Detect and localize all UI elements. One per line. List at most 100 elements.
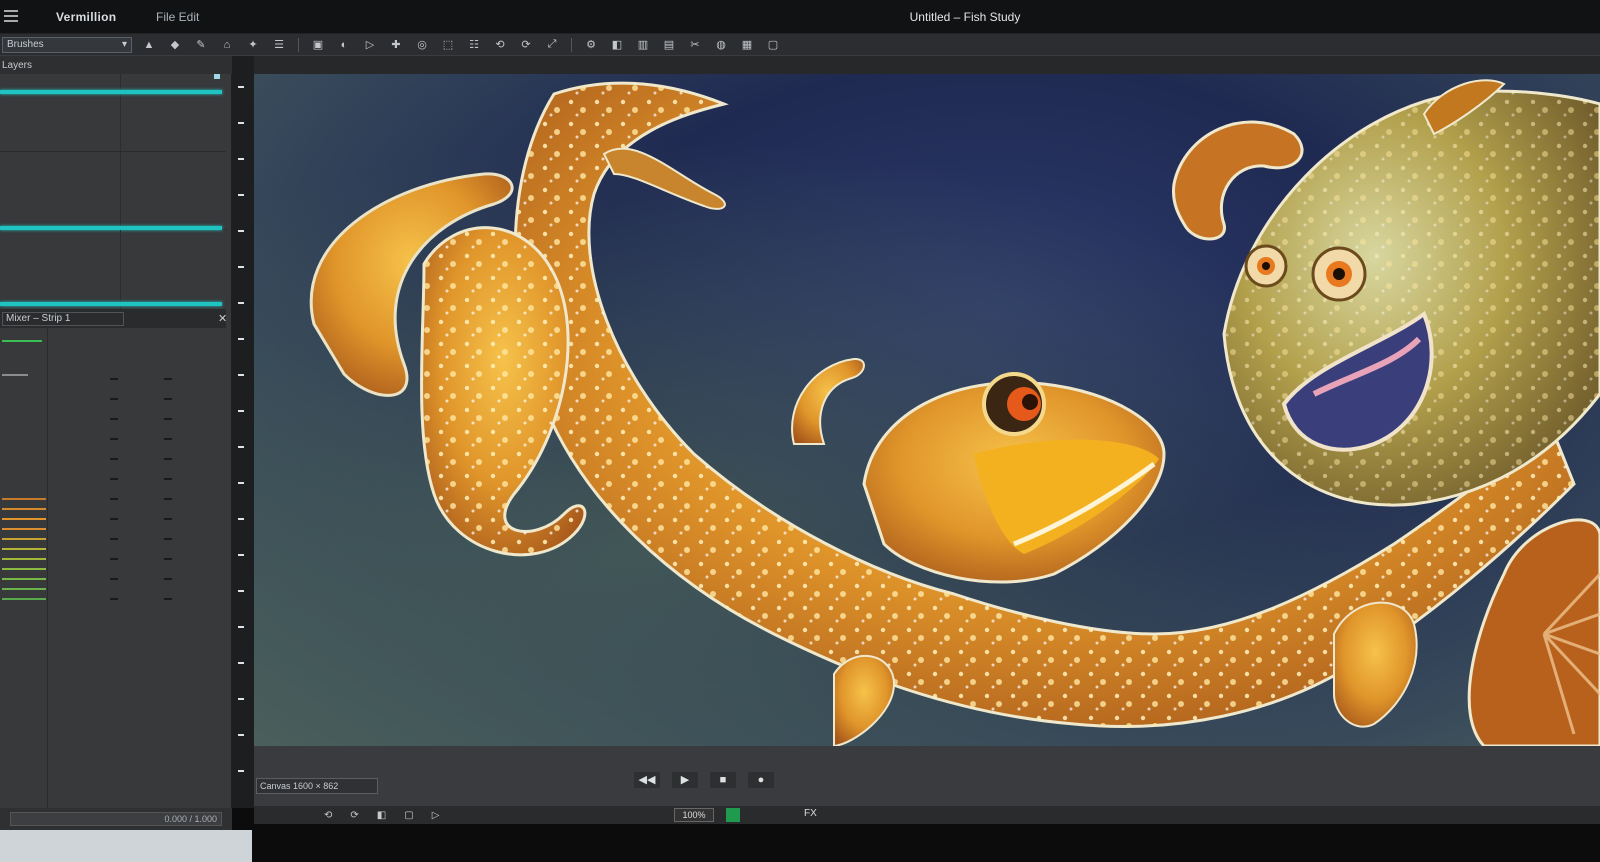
ruler-tick <box>238 662 244 664</box>
fader-tick <box>110 378 118 380</box>
fader-tick <box>110 398 118 400</box>
meter-bar <box>2 568 46 570</box>
lane-divider <box>120 152 121 229</box>
toolbar-button[interactable]: ◍ <box>708 37 734 53</box>
track-marker[interactable] <box>214 74 220 79</box>
split-view-icon[interactable]: ◧ <box>377 810 386 821</box>
play-small-icon[interactable]: ▷ <box>432 810 440 821</box>
toolbar-button[interactable]: ▢ <box>760 37 786 53</box>
fader-tick <box>110 498 118 500</box>
mixer-panel <box>0 328 226 808</box>
track-level-bar[interactable] <box>0 90 222 94</box>
toolbar-button[interactable]: ☰ <box>266 37 292 53</box>
meter-bar <box>2 374 28 376</box>
fx-label[interactable]: FX <box>804 808 817 819</box>
play-button[interactable]: ▶ <box>672 772 698 788</box>
track-row[interactable] <box>0 230 226 310</box>
ruler-tick <box>238 734 244 736</box>
toolbar-button[interactable]: ✚ <box>383 37 409 53</box>
meter-bar <box>2 340 42 342</box>
mixer-title[interactable]: Mixer – Strip 1 <box>2 312 124 326</box>
fader-tick <box>110 598 118 600</box>
toolbar-button[interactable]: ⟲ <box>487 37 513 53</box>
left-panel: Layers Mixer – Strip 1 ✕ 0.000 / 1.000 <box>0 56 252 862</box>
image-canvas[interactable] <box>254 74 1600 746</box>
ruler-tick <box>238 446 244 448</box>
track-row[interactable] <box>0 152 226 230</box>
canvas-status[interactable]: Canvas 1600 × 862 <box>256 778 378 794</box>
toolbar-button[interactable]: ✂ <box>682 37 708 53</box>
mixer-strip <box>0 328 48 808</box>
toolbar-button[interactable]: ✦ <box>240 37 266 53</box>
fader-tick <box>110 558 118 560</box>
toolbar-button[interactable]: ◐ <box>331 37 357 53</box>
vertical-ruler[interactable] <box>232 56 254 808</box>
ruler-tick <box>238 338 244 340</box>
brushes-label: Brushes <box>7 39 44 50</box>
ruler-tick <box>238 266 244 268</box>
fader-tick <box>110 418 118 420</box>
toolbar-button[interactable]: ☷ <box>461 37 487 53</box>
fader-track[interactable] <box>110 378 124 618</box>
brushes-dropdown[interactable]: Brushes ▾ <box>2 36 132 53</box>
toolbar-button[interactable]: ⤢ <box>539 37 565 53</box>
fader-tick <box>164 398 172 400</box>
rewind-button[interactable]: ◀◀ <box>634 772 660 788</box>
toolbar-button[interactable]: ⬚ <box>435 37 461 53</box>
toolbar-button[interactable]: ▣ <box>305 37 331 53</box>
app-window: Vermillion File Edit Untitled – Fish Stu… <box>0 0 1600 862</box>
close-icon[interactable]: ✕ <box>218 312 227 325</box>
meter-bar <box>2 528 46 530</box>
panel-footer: 0.000 / 1.000 <box>0 808 252 862</box>
toolbar-button[interactable]: ◆ <box>162 37 188 53</box>
toolbar-button[interactable]: ✎ <box>188 37 214 53</box>
meter-bar <box>2 588 46 590</box>
toolbar-button[interactable]: ▤ <box>656 37 682 53</box>
stop-button[interactable]: ■ <box>710 772 736 788</box>
ruler-tick <box>238 698 244 700</box>
ruler-tick <box>238 410 244 412</box>
meter-bar <box>2 508 46 510</box>
toolbar-button[interactable]: ▷ <box>357 37 383 53</box>
record-button[interactable]: ● <box>748 772 774 788</box>
record-indicator[interactable] <box>726 808 740 822</box>
ruler-tick <box>238 194 244 196</box>
toolbar-button[interactable]: ⚙ <box>578 37 604 53</box>
undo-icon[interactable]: ⟲ <box>324 810 332 821</box>
ruler-tick <box>238 770 244 772</box>
fader-tick <box>164 478 172 480</box>
toolbar-separator <box>571 37 572 52</box>
toolbar-button[interactable]: ▦ <box>734 37 760 53</box>
toolbar-button-group: ▲ ◆ ✎ ⌂ ✦ ☰ ▣ ◐ ▷ ✚ ◎ ⬚ ☷ ⟲ ⟳ ⤢ ⚙ ◧ ▥ ▤ ✂ ◍ ▦ ▢ <box>136 37 786 53</box>
fader-tick <box>164 418 172 420</box>
fader-tick <box>164 458 172 460</box>
meter-bar <box>2 498 46 500</box>
fader-track[interactable] <box>164 378 178 618</box>
toolbar-button[interactable]: ⌂ <box>214 37 240 53</box>
track-row[interactable] <box>0 74 226 152</box>
position-readout[interactable]: 0.000 / 1.000 <box>10 812 222 826</box>
track-level-bar[interactable] <box>0 302 222 306</box>
track-area <box>0 74 226 310</box>
fader-tick <box>110 518 118 520</box>
meter-bar <box>2 578 46 580</box>
fader-tick <box>164 598 172 600</box>
toolbar-button[interactable]: ▥ <box>630 37 656 53</box>
fader-tick <box>164 438 172 440</box>
fader-tick <box>164 558 172 560</box>
zoom-level[interactable]: 100% <box>674 808 714 822</box>
ruler-tick <box>238 626 244 628</box>
toolbar-button[interactable]: ⟳ <box>513 37 539 53</box>
redo-icon[interactable]: ⟳ <box>350 810 358 821</box>
fader-tick <box>164 378 172 380</box>
status-strip: ⟲ ⟳ ◧ ▢ ▷ 100% FX <box>254 806 1600 824</box>
fader-tick <box>164 498 172 500</box>
footer-strip <box>0 830 252 862</box>
toolbar-button[interactable]: ◧ <box>604 37 630 53</box>
ruler-tick <box>238 590 244 592</box>
toolbar-button[interactable]: ◎ <box>409 37 435 53</box>
fader-tick <box>110 578 118 580</box>
frame-icon[interactable]: ▢ <box>404 810 413 821</box>
toolbar-button[interactable]: ▲ <box>136 37 162 53</box>
ruler-tick <box>238 482 244 484</box>
